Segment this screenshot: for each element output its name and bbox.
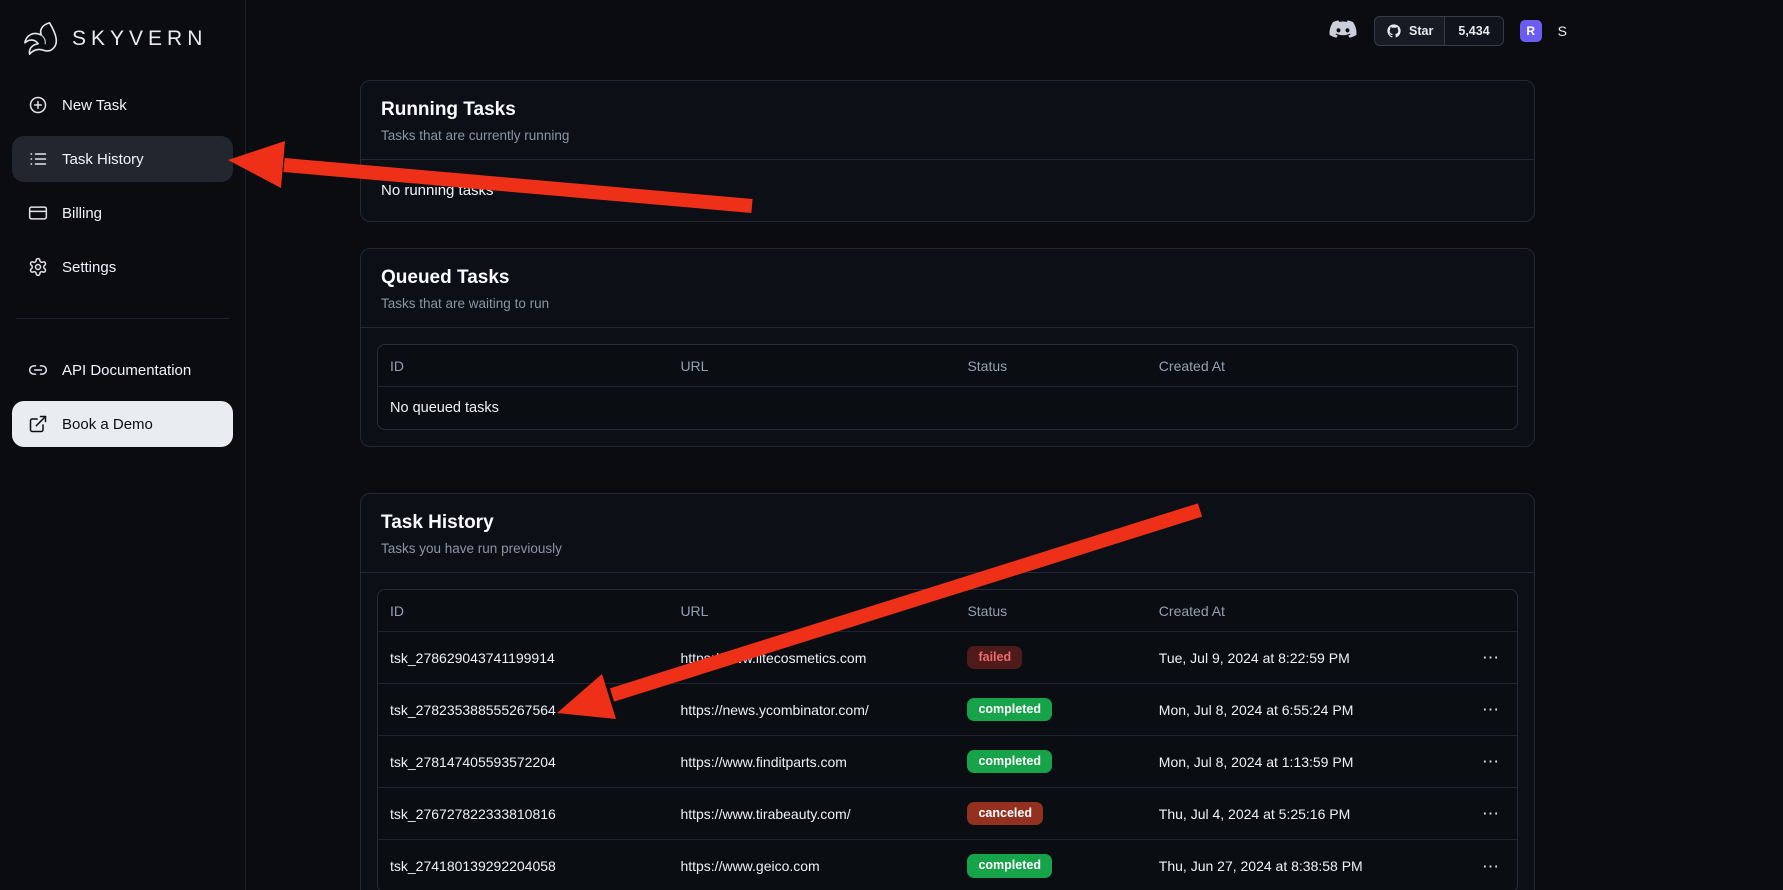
book-a-demo-button[interactable]: Book a Demo <box>12 401 233 447</box>
column-header-status: Status <box>955 603 1146 619</box>
status-badge: completed <box>967 854 1052 878</box>
cell-created-at: Mon, Jul 8, 2024 at 6:55:24 PM <box>1159 702 1354 718</box>
avatar[interactable]: R <box>1520 20 1542 42</box>
column-header-status: Status <box>955 358 1146 374</box>
cell-url: https://www.finditparts.com <box>668 754 955 770</box>
cell-created-at: Tue, Jul 9, 2024 at 8:22:59 PM <box>1159 650 1350 666</box>
row-actions-button[interactable]: ⋯ <box>1476 803 1505 824</box>
cell-url: https://news.ycombinator.com/ <box>668 702 955 718</box>
plus-circle-icon <box>28 95 48 115</box>
column-header-url: URL <box>668 358 955 374</box>
status-badge: completed <box>967 698 1052 722</box>
brand: SKYVERN <box>12 12 233 82</box>
queued-tasks-table: ID URL Status Created At No queued tasks <box>377 344 1518 430</box>
credit-card-icon <box>28 203 48 223</box>
table-row[interactable]: tsk_276727822333810816 https://www.tirab… <box>378 788 1517 840</box>
card-title: Queued Tasks <box>381 267 1514 289</box>
link-icon <box>28 360 48 380</box>
brand-name: SKYVERN <box>72 27 207 51</box>
queued-tasks-empty: No queued tasks <box>378 387 1517 429</box>
sidebar-item-label: Book a Demo <box>62 416 153 433</box>
avatar-initial: R <box>1526 24 1535 38</box>
table-row[interactable]: tsk_274180139292204058 https://www.geico… <box>378 840 1517 890</box>
cell-id: tsk_274180139292204058 <box>378 858 668 874</box>
sidebar-item-billing[interactable]: Billing <box>12 190 233 236</box>
sidebar-divider <box>16 318 229 319</box>
github-star-button[interactable]: Star 5,434 <box>1374 16 1504 46</box>
row-actions-button[interactable]: ⋯ <box>1476 699 1505 720</box>
card-subtitle: Tasks that are currently running <box>381 128 1514 143</box>
sidebar-item-label: Task History <box>62 151 144 168</box>
table-header-row: ID URL Status Created At <box>378 345 1517 387</box>
row-actions-button[interactable]: ⋯ <box>1476 647 1505 668</box>
github-star-label: Star <box>1409 24 1433 38</box>
running-tasks-header: Running Tasks Tasks that are currently r… <box>361 81 1534 160</box>
sidebar-nav: New Task Task History Billing <box>12 82 233 447</box>
status-badge: completed <box>967 750 1052 774</box>
card-title: Task History <box>381 512 1514 534</box>
github-icon <box>1386 23 1402 39</box>
sidebar-item-task-history[interactable]: Task History <box>12 136 233 182</box>
discord-button[interactable] <box>1328 20 1358 43</box>
sidebar-item-api-documentation[interactable]: API Documentation <box>12 347 233 393</box>
top-bar: Star 5,434 R S <box>1328 16 1567 46</box>
cell-created-at: Mon, Jul 8, 2024 at 1:13:59 PM <box>1159 754 1354 770</box>
task-history-header: Task History Tasks you have run previous… <box>361 494 1534 573</box>
sidebar: SKYVERN New Task Task History <box>0 0 246 890</box>
sidebar-item-label: New Task <box>62 97 127 114</box>
running-tasks-card: Running Tasks Tasks that are currently r… <box>360 80 1535 222</box>
table-row[interactable]: tsk_278235388555267564 https://news.ycom… <box>378 684 1517 736</box>
sidebar-item-new-task[interactable]: New Task <box>12 82 233 128</box>
cell-url: https://www.geico.com <box>668 858 955 874</box>
cell-created-at: Thu, Jul 4, 2024 at 5:25:16 PM <box>1159 806 1350 822</box>
row-actions-button[interactable]: ⋯ <box>1476 751 1505 772</box>
queued-tasks-card: Queued Tasks Tasks that are waiting to r… <box>360 248 1535 447</box>
column-header-id: ID <box>378 603 668 619</box>
column-header-created-at: Created At <box>1147 603 1517 619</box>
card-subtitle: Tasks that are waiting to run <box>381 296 1514 311</box>
queued-tasks-header: Queued Tasks Tasks that are waiting to r… <box>361 249 1534 328</box>
column-header-url: URL <box>668 603 955 619</box>
task-history-table: ID URL Status Created At tsk_27862904374… <box>377 589 1518 890</box>
row-actions-button[interactable]: ⋯ <box>1476 856 1505 877</box>
card-subtitle: Tasks you have run previously <box>381 541 1514 556</box>
cell-id: tsk_278629043741199914 <box>378 650 668 666</box>
table-header-row: ID URL Status Created At <box>378 590 1517 632</box>
cell-created-at: Thu, Jun 27, 2024 at 8:38:58 PM <box>1159 858 1363 874</box>
status-badge: failed <box>967 646 1022 670</box>
user-name-partial: S <box>1558 23 1567 39</box>
task-history-card: Task History Tasks you have run previous… <box>360 493 1535 890</box>
running-tasks-empty: No running tasks <box>361 160 1534 221</box>
external-link-icon <box>28 414 48 434</box>
column-header-id: ID <box>378 358 668 374</box>
cell-id: tsk_276727822333810816 <box>378 806 668 822</box>
list-icon <box>28 149 48 169</box>
sidebar-item-label: API Documentation <box>62 362 191 379</box>
table-row[interactable]: tsk_278147405593572204 https://www.findi… <box>378 736 1517 788</box>
card-title: Running Tasks <box>381 99 1514 121</box>
sidebar-item-label: Settings <box>62 259 116 276</box>
sidebar-item-settings[interactable]: Settings <box>12 244 233 290</box>
status-badge: canceled <box>967 802 1043 826</box>
discord-icon <box>1328 20 1358 43</box>
gear-icon <box>28 257 48 277</box>
cell-id: tsk_278235388555267564 <box>378 702 668 718</box>
cell-url: https://www.tirabeauty.com/ <box>668 806 955 822</box>
cell-url: https://www.litecosmetics.com <box>668 650 955 666</box>
github-star-count: 5,434 <box>1458 24 1489 38</box>
sidebar-item-label: Billing <box>62 205 102 222</box>
skyvern-logo-icon <box>20 20 62 58</box>
main-content: Running Tasks Tasks that are currently r… <box>246 0 1783 890</box>
column-header-created-at: Created At <box>1147 358 1517 374</box>
cell-id: tsk_278147405593572204 <box>378 754 668 770</box>
table-row[interactable]: tsk_278629043741199914 https://www.litec… <box>378 632 1517 684</box>
